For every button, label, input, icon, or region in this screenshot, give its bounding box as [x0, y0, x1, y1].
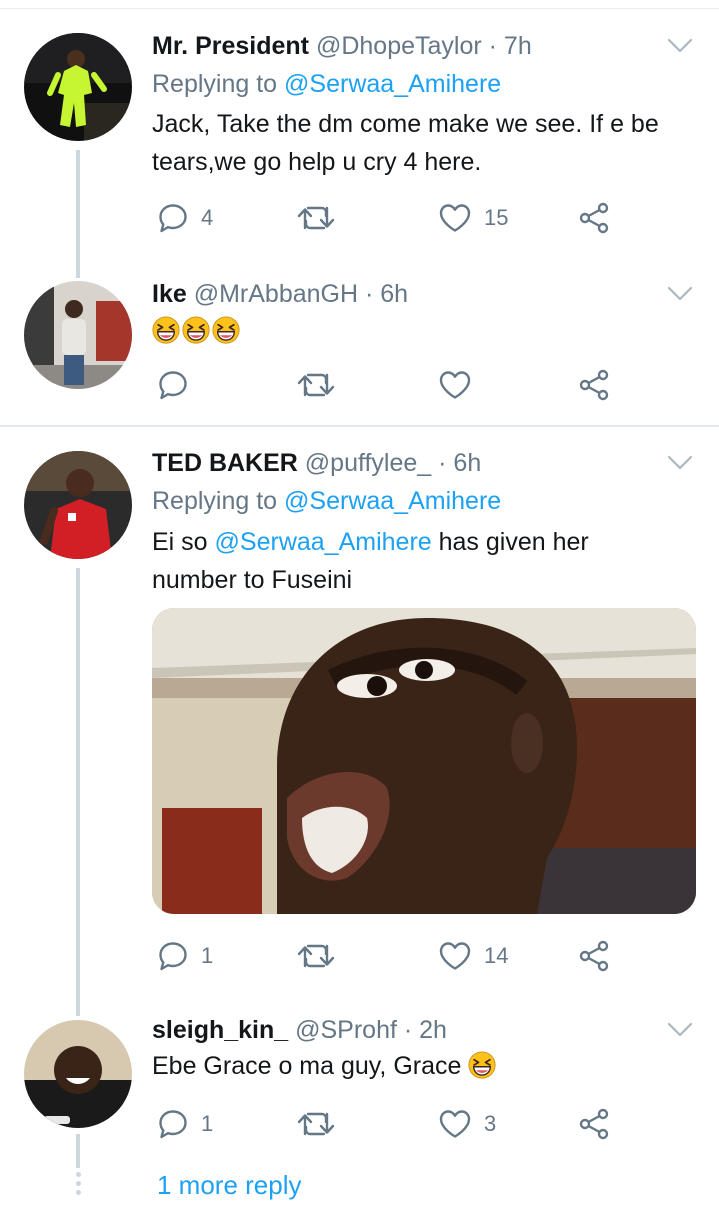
retweet-icon — [296, 1108, 336, 1140]
display-name[interactable]: Ike — [152, 280, 187, 308]
reply-button[interactable]: 1 — [157, 1106, 213, 1142]
reply-icon — [157, 1108, 189, 1140]
tweet-header: Mr. President @DhopeTaylor · 7h — [152, 32, 532, 61]
share-button[interactable] — [578, 200, 612, 236]
like-count: 3 — [484, 1111, 497, 1136]
avatar-photo — [24, 281, 132, 389]
reply-button[interactable]: 4 — [157, 200, 213, 236]
avatar[interactable] — [24, 33, 132, 141]
separator: · — [358, 280, 381, 308]
text-mention[interactable]: @Serwaa_Amihere — [215, 528, 432, 556]
timestamp[interactable]: 7h — [504, 32, 532, 60]
replying-to: Replying to @Serwaa_Amihere — [152, 487, 501, 516]
handle[interactable]: @MrAbbanGH — [194, 280, 358, 308]
display-name[interactable]: TED BAKER — [152, 449, 298, 477]
like-icon — [438, 1108, 472, 1140]
retweet-icon — [296, 369, 336, 401]
share-button[interactable] — [578, 1106, 612, 1142]
more-replies-dots — [74, 1172, 82, 1199]
media-photo — [152, 608, 696, 914]
grinning-squint-emoji — [182, 316, 210, 344]
share-button[interactable] — [578, 938, 612, 974]
avatar-photo — [24, 33, 132, 141]
reply-count: 1 — [201, 1111, 214, 1136]
avatar[interactable] — [24, 451, 132, 559]
timestamp[interactable]: 6h — [453, 449, 481, 477]
tweet-text: Ei so @Serwaa_Amihere has given her numb… — [152, 523, 622, 599]
reply-icon — [157, 940, 189, 972]
reply-button[interactable] — [157, 367, 189, 403]
replying-to: Replying to @Serwaa_Amihere — [152, 70, 501, 99]
display-name[interactable]: sleigh_kin_ — [152, 1016, 288, 1044]
like-icon — [438, 202, 472, 234]
replying-to-mention[interactable]: @Serwaa_Amihere — [284, 70, 501, 98]
like-button[interactable]: 15 — [438, 200, 508, 236]
retweet-button[interactable] — [296, 1106, 336, 1142]
handle[interactable]: @SProhf — [295, 1016, 397, 1044]
like-button[interactable] — [438, 367, 472, 403]
conversation-divider — [0, 425, 719, 427]
tweet-text — [152, 312, 702, 350]
grinning-squint-emoji — [152, 316, 180, 344]
like-count: 14 — [484, 943, 509, 968]
handle[interactable]: @puffylee_ — [305, 449, 431, 477]
tweet-header: TED BAKER @puffylee_ · 6h — [152, 449, 481, 478]
display-name[interactable]: Mr. President — [152, 32, 309, 60]
reply-count: 1 — [201, 943, 214, 968]
chevron-down-icon[interactable] — [666, 1020, 694, 1040]
chevron-down-icon[interactable] — [666, 453, 694, 473]
separator: · — [481, 32, 504, 60]
retweet-icon — [296, 202, 336, 234]
share-icon — [578, 1108, 612, 1140]
text-part: Ei so — [152, 528, 215, 556]
reply-icon — [157, 369, 189, 401]
separator: · — [396, 1016, 420, 1044]
reply-icon — [157, 202, 189, 234]
share-button[interactable] — [578, 367, 612, 403]
tweet-header: Ike @MrAbbanGH · 6h — [152, 280, 408, 309]
share-icon — [578, 202, 612, 234]
avatar[interactable] — [24, 281, 132, 389]
retweet-button[interactable] — [296, 367, 336, 403]
tweet-text-content: Ebe Grace o ma guy, Grace — [152, 1052, 462, 1080]
like-button[interactable]: 3 — [438, 1106, 496, 1142]
share-icon — [578, 369, 612, 401]
reply-count: 4 — [201, 205, 214, 230]
separator: · — [431, 449, 454, 477]
top-border — [0, 8, 719, 9]
reply-button[interactable]: 1 — [157, 938, 213, 974]
avatar-photo — [24, 451, 132, 559]
like-icon — [438, 940, 472, 972]
thread-connector — [76, 568, 80, 1016]
tweet-text: Ebe Grace o ma guy, Grace — [152, 1047, 702, 1085]
timestamp[interactable]: 2h — [419, 1016, 447, 1044]
retweet-icon — [296, 940, 336, 972]
share-icon — [578, 940, 612, 972]
replying-prefix: Replying to — [152, 70, 285, 98]
like-icon — [438, 369, 472, 401]
chevron-down-icon[interactable] — [666, 284, 694, 304]
more-replies-link[interactable]: 1 more reply — [157, 1170, 302, 1201]
grinning-squint-emoji — [468, 1051, 496, 1079]
tweet-media-image[interactable] — [152, 608, 696, 914]
replying-prefix: Replying to — [152, 487, 285, 515]
replying-to-mention[interactable]: @Serwaa_Amihere — [284, 487, 501, 515]
tweet-text: Jack, Take the dm come make we see. If e… — [152, 110, 659, 176]
retweet-button[interactable] — [296, 200, 336, 236]
like-count: 15 — [484, 205, 509, 230]
avatar[interactable] — [24, 1020, 132, 1128]
chevron-down-icon[interactable] — [666, 36, 694, 56]
like-button[interactable]: 14 — [438, 938, 508, 974]
grinning-squint-emoji — [212, 316, 240, 344]
handle[interactable]: @DhopeTaylor — [316, 32, 482, 60]
timestamp[interactable]: 6h — [380, 280, 408, 308]
retweet-button[interactable] — [296, 938, 336, 974]
tweet-header: sleigh_kin_ @SProhf · 2h — [152, 1016, 447, 1045]
thread-connector — [76, 150, 80, 278]
avatar-photo — [24, 1020, 132, 1128]
thread-connector — [76, 1134, 80, 1168]
